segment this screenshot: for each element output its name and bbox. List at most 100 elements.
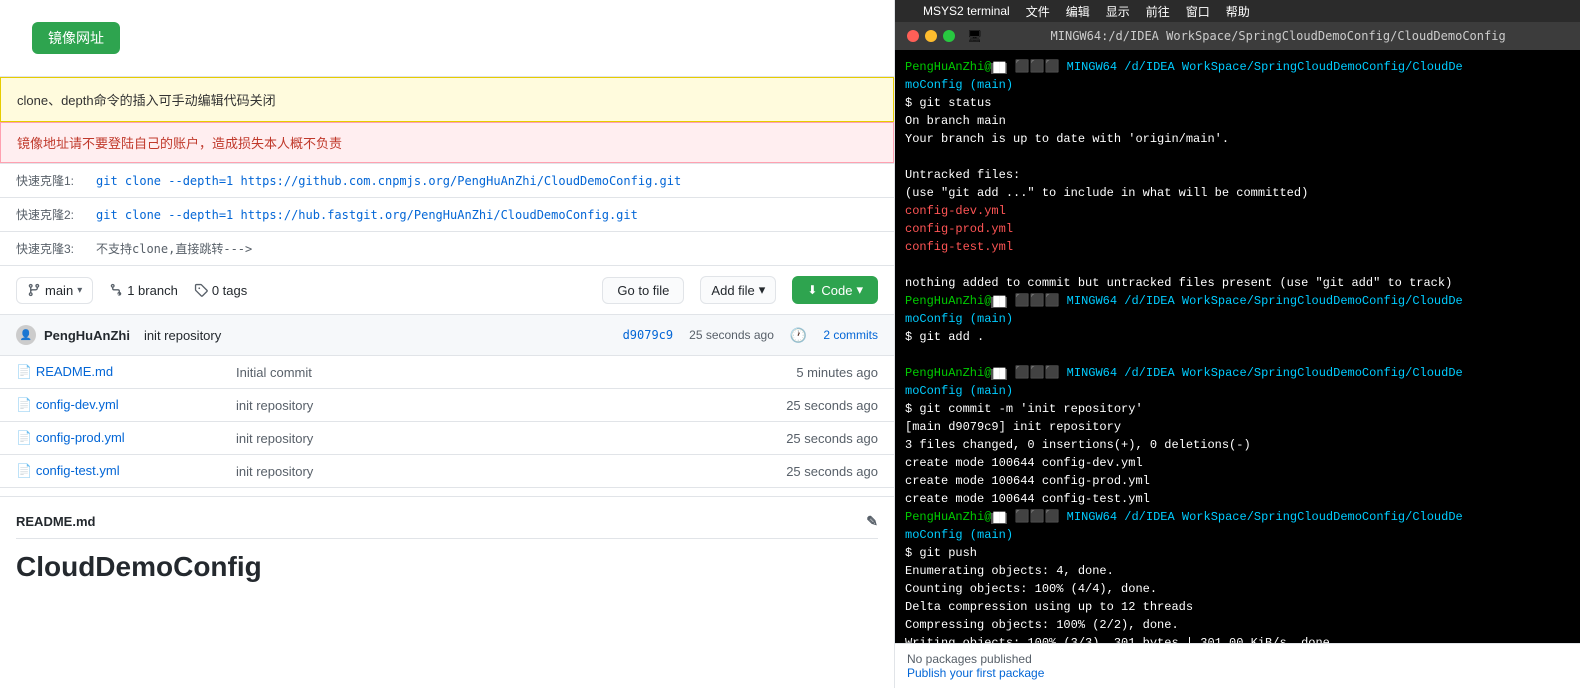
traffic-light-minimize[interactable] [925, 30, 937, 42]
traffic-light-close[interactable] [907, 30, 919, 42]
clone-cmd-1[interactable]: git clone --depth=1 https://github.com.c… [96, 174, 681, 188]
menubar-display[interactable]: 显示 [1106, 3, 1130, 20]
term-block: ██ [991, 63, 1007, 74]
goto-file-button[interactable]: Go to file [602, 277, 684, 304]
term-file-red: config-prod.yml [905, 222, 1013, 236]
term-output: (use "git add ..." to include in what wi… [905, 186, 1308, 200]
edit-icon[interactable]: ✎ [866, 513, 878, 530]
readme-section: README.md ✎ CloudDemoConfig [0, 496, 894, 599]
term-output: On branch main [905, 114, 1006, 128]
file-name-link[interactable]: config-prod.yml [36, 430, 125, 445]
code-label: Code [821, 283, 852, 298]
publish-package-link[interactable]: Publish your first package [907, 666, 1044, 680]
term-block: ██ [991, 369, 1007, 380]
branch-chevron-icon: ▾ [77, 285, 82, 296]
terminal-line: Enumerating objects: 4, done. [905, 562, 1570, 580]
commit-author[interactable]: PengHuAnZhi [44, 328, 130, 343]
term-user: PengHuAnZhi@ [905, 510, 991, 524]
terminal-line: $ git status [905, 94, 1570, 112]
code-chevron-icon: ▾ [856, 282, 863, 298]
terminal-title: MINGW64:/d/IDEA WorkSpace/SpringCloudDem… [988, 29, 1568, 43]
term-cmd: $ git status [905, 96, 991, 110]
terminal-line: Counting objects: 100% (4/4), done. [905, 580, 1570, 598]
terminal-line: moConfig (main) [905, 526, 1570, 544]
file-name-link[interactable]: README.md [36, 364, 113, 379]
term-cmd: $ git commit -m 'init repository' [905, 402, 1143, 416]
file-icon: 📄 [16, 463, 32, 478]
term-output: Counting objects: 100% (4/4), done. [905, 582, 1157, 596]
menubar-help[interactable]: 帮助 [1226, 3, 1250, 20]
warning-clone-depth: clone、depth命令的插入可手动编辑代码关闭 [0, 77, 894, 122]
file-icon: 📄 [16, 430, 32, 445]
commit-row: 👤 PengHuAnZhi init repository d9079c9 25… [0, 315, 894, 356]
menubar-app-name[interactable]: MSYS2 terminal [923, 4, 1010, 18]
code-button[interactable]: ⬇ Code ▾ [792, 276, 878, 304]
table-row: 📄 config-test.yml init repository 25 sec… [0, 455, 894, 488]
mirror-url-button[interactable]: 镜像网址 [32, 22, 120, 54]
terminal-line: On branch main [905, 112, 1570, 130]
add-file-button[interactable]: Add file ▾ [700, 276, 776, 304]
term-output: [main d9079c9] init repository [905, 420, 1121, 434]
branch-count: 1 branch [127, 283, 178, 298]
term-output: 3 files changed, 0 insertions(+), 0 dele… [905, 438, 1251, 452]
menubar-goto[interactable]: 前往 [1146, 3, 1170, 20]
term-host: ⬛⬛⬛ MINGW64 [1015, 366, 1117, 380]
fork-icon [109, 283, 123, 297]
terminal-icon: 🖥 [967, 29, 982, 43]
file-time: 25 seconds ago [536, 422, 894, 455]
terminal-line: PengHuAnZhi@██ ⬛⬛⬛ MINGW64 /d/IDEA WorkS… [905, 58, 1570, 76]
clone-cmd-3: 不支持clone,直接跳转---> [96, 240, 252, 257]
file-name-link[interactable]: config-dev.yml [36, 397, 119, 412]
term-host: ⬛⬛⬛ MINGW64 [1015, 60, 1117, 74]
file-icon: 📄 [16, 397, 32, 412]
file-commit-msg: init repository [220, 389, 536, 422]
menubar-window[interactable]: 窗口 [1186, 3, 1210, 20]
term-output: create mode 100644 config-test.yml [905, 492, 1150, 506]
file-time: 5 minutes ago [536, 356, 894, 389]
term-block: ██ [991, 297, 1007, 308]
terminal-line [905, 148, 1570, 166]
avatar: 👤 [16, 325, 36, 345]
file-name-link[interactable]: config-test.yml [36, 463, 120, 478]
file-icon: 📄 [16, 364, 32, 379]
menubar-edit[interactable]: 编辑 [1066, 3, 1090, 20]
terminal-line: moConfig (main) [905, 382, 1570, 400]
term-output [905, 258, 912, 272]
term-path-cont: moConfig (main) [905, 78, 1013, 92]
terminal-line: moConfig (main) [905, 76, 1570, 94]
download-icon: ⬇ [807, 283, 817, 297]
term-output: Enumerating objects: 4, done. [905, 564, 1114, 578]
menubar-file[interactable]: 文件 [1026, 3, 1050, 20]
terminal-line: create mode 100644 config-dev.yml [905, 454, 1570, 472]
term-path-cont: moConfig (main) [905, 528, 1013, 542]
table-row: 📄 config-dev.yml init repository 25 seco… [0, 389, 894, 422]
term-output: create mode 100644 config-dev.yml [905, 456, 1143, 470]
commits-count-link[interactable]: 2 commits [823, 328, 878, 342]
terminal-content[interactable]: PengHuAnZhi@ ██ ⬛⬛⬛ MINGW64 /d/IDEA WorkS… [895, 50, 1580, 643]
file-commit-msg: init repository [220, 455, 536, 488]
clock-icon: 🕐 [790, 327, 807, 344]
terminal-line: create mode 100644 config-prod.yml [905, 472, 1570, 490]
clone-cmd-2[interactable]: git clone --depth=1 https://hub.fastgit.… [96, 208, 638, 222]
no-packages-text: No packages published [907, 652, 1032, 666]
branch-count-link[interactable]: 1 branch [109, 283, 178, 298]
branch-selector[interactable]: main ▾ [16, 277, 93, 304]
terminal-line: create mode 100644 config-test.yml [905, 490, 1570, 508]
terminal-line: PengHuAnZhi@██ ⬛⬛⬛ MINGW64 /d/IDEA WorkS… [905, 364, 1570, 382]
term-path: /d/IDEA WorkSpace/SpringCloudDemoConfig/… [1124, 60, 1462, 74]
file-commit-msg: Initial commit [220, 356, 536, 389]
terminal-line: Delta compression using up to 12 threads [905, 598, 1570, 616]
term-output: nothing added to commit but untracked fi… [905, 276, 1452, 290]
terminal-line: PengHuAnZhi@██ ⬛⬛⬛ MINGW64 /d/IDEA WorkS… [905, 292, 1570, 310]
tag-count-link[interactable]: 0 tags [194, 283, 247, 298]
term-output [905, 150, 912, 164]
term-path: /d/IDEA WorkSpace/SpringCloudDemoConfig/… [1124, 510, 1462, 524]
tag-icon [194, 283, 208, 297]
commit-hash[interactable]: d9079c9 [623, 328, 674, 342]
terminal-line: $ git push [905, 544, 1570, 562]
terminal-line: nothing added to commit but untracked fi… [905, 274, 1570, 292]
term-output: Writing objects: 100% (3/3), 301 bytes |… [905, 636, 1337, 643]
terminal-line: Your branch is up to date with 'origin/m… [905, 130, 1570, 148]
terminal-line: PengHuAnZhi@██ ⬛⬛⬛ MINGW64 /d/IDEA WorkS… [905, 508, 1570, 526]
traffic-light-maximize[interactable] [943, 30, 955, 42]
